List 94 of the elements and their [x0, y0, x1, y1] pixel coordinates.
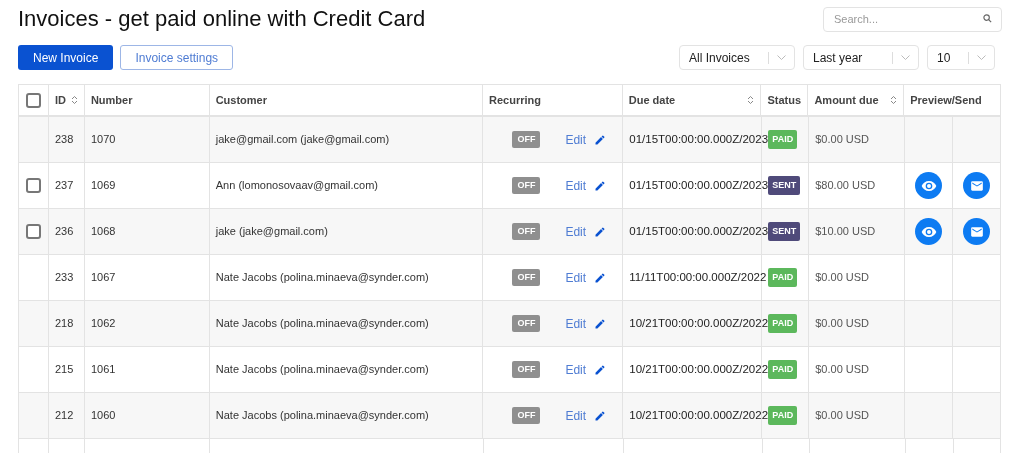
column-header: Number	[84, 85, 210, 115]
envelope-icon	[969, 224, 984, 239]
table-cell-text: $0.00 USD	[815, 316, 870, 332]
table-cell-text: 11/11T00:00:00.000Z/2022	[629, 269, 767, 285]
table-cell-text: 238	[54, 132, 74, 148]
chevron-down-icon	[777, 55, 786, 60]
pencil-icon[interactable]	[594, 271, 607, 284]
table-cell-text: 215	[54, 362, 74, 378]
table-cell-text: 1062	[90, 316, 116, 332]
sort-icon[interactable]	[890, 95, 898, 105]
envelope-icon	[969, 178, 984, 193]
invoice-settings-button[interactable]: Invoice settings	[120, 45, 234, 70]
sort-icon[interactable]	[70, 95, 78, 105]
table-cell-text: 212	[54, 408, 74, 424]
table-cell-text: 218	[54, 316, 74, 332]
pencil-icon[interactable]	[594, 317, 607, 330]
column-header: Customer	[209, 85, 484, 115]
send-button[interactable]	[963, 172, 991, 199]
pencil-icon[interactable]	[594, 133, 607, 146]
table-cell-text: 01/15T00:00:00.000Z/2023	[629, 131, 769, 147]
table-cell-text: 10/21T00:00:00.000Z/2022	[629, 361, 769, 377]
table-cell-text: 1068	[90, 224, 116, 240]
search-icon	[983, 14, 992, 23]
status-badge: SENT	[768, 175, 801, 196]
table-cell-text: 237	[54, 178, 74, 194]
pencil-icon[interactable]	[594, 409, 607, 422]
table-cell-text: 10/21T00:00:00.000Z/2022	[629, 315, 769, 331]
column-header[interactable]: Due date	[622, 85, 762, 115]
status-badge: PAID	[768, 313, 798, 334]
table-cell-text: Ann (lomonosovaav@gmail.com)	[215, 178, 378, 194]
status-badge: PAID	[768, 359, 798, 380]
recurring-toggle[interactable]: OFF	[512, 222, 541, 241]
table-cell-text: 1067	[90, 270, 116, 286]
column-header: Recurring	[483, 85, 623, 115]
status-badge: PAID	[768, 267, 798, 288]
recurring-toggle[interactable]: OFF	[512, 406, 541, 425]
table-cell-text: 01/15T00:00:00.000Z/2023	[629, 223, 769, 239]
status-badge: PAID	[768, 129, 798, 150]
table-cell-text: 1069	[90, 178, 116, 194]
table-cell-text: $0.00 USD	[815, 132, 870, 148]
send-button[interactable]	[963, 218, 991, 245]
pencil-icon[interactable]	[594, 179, 607, 192]
table-cell-text: 1060	[90, 408, 116, 424]
table-cell-text: jake@gmail.com (jake@gmail.com)	[215, 132, 390, 148]
edit-link[interactable]: Edit	[565, 176, 587, 195]
table-cell-text: $0.00 USD	[815, 362, 870, 378]
table-cell-text: 01/15T00:00:00.000Z/2023	[629, 177, 769, 193]
table-cell-text: 236	[54, 224, 74, 240]
preview-button[interactable]	[915, 218, 943, 245]
table-cell-text: 233	[54, 270, 74, 286]
table-cell-text: Nate Jacobs (polina.minaeva@synder.com)	[215, 362, 429, 378]
edit-link[interactable]: Edit	[565, 268, 587, 287]
pencil-icon[interactable]	[594, 225, 607, 238]
checkbox[interactable]	[25, 92, 41, 108]
recurring-toggle[interactable]: OFF	[512, 130, 541, 149]
status-badge: SENT	[768, 221, 801, 242]
pencil-icon[interactable]	[594, 363, 607, 376]
filter-dropdown[interactable]: All Invoices	[679, 45, 795, 70]
chevron-down-icon	[901, 55, 910, 60]
filter-dropdown[interactable]: 10	[927, 45, 995, 70]
table-cell-text: Nate Jacobs (polina.minaeva@synder.com)	[215, 408, 429, 424]
column-header: Preview/Send	[909, 92, 983, 108]
column-header[interactable]: ID	[48, 85, 85, 115]
edit-link[interactable]: Edit	[565, 406, 587, 425]
edit-link[interactable]: Edit	[565, 222, 587, 241]
filter-dropdown[interactable]: Last year	[803, 45, 919, 70]
table-cell-text: $0.00 USD	[815, 408, 870, 424]
table-cell-text: $80.00 USD	[815, 178, 876, 194]
edit-link[interactable]: Edit	[565, 314, 587, 333]
recurring-toggle[interactable]: OFF	[512, 314, 541, 333]
table-cell-text: 10/21T00:00:00.000Z/2022	[629, 407, 769, 423]
preview-button[interactable]	[915, 172, 943, 199]
table-cell-text: 1070	[90, 132, 116, 148]
table-cell-text: jake (jake@gmail.com)	[215, 224, 328, 240]
table-cell-text: 1061	[90, 362, 116, 378]
table-cell-text: Nate Jacobs (polina.minaeva@synder.com)	[215, 270, 429, 286]
recurring-toggle[interactable]: OFF	[512, 268, 541, 287]
column-header: Status	[761, 85, 809, 115]
column-header[interactable]: Amount due	[808, 85, 905, 115]
table-cell-text: Nate Jacobs (polina.minaeva@synder.com)	[215, 316, 429, 332]
table-cell-text: $10.00 USD	[815, 224, 876, 240]
recurring-toggle[interactable]: OFF	[512, 176, 541, 195]
edit-link[interactable]: Edit	[565, 360, 587, 379]
new-invoice-button[interactable]: New Invoice	[18, 45, 114, 70]
page-title: Invoices - get paid online with Credit Card	[18, 5, 426, 33]
status-badge: PAID	[768, 405, 798, 426]
sort-icon[interactable]	[747, 95, 755, 105]
checkbox[interactable]	[26, 178, 41, 193]
checkbox[interactable]	[26, 224, 41, 239]
edit-link[interactable]: Edit	[565, 130, 587, 149]
chevron-down-icon	[977, 55, 986, 60]
search-field[interactable]: Search...	[823, 6, 1002, 32]
recurring-toggle[interactable]: OFF	[512, 360, 541, 379]
table-cell-text: $0.00 USD	[815, 270, 870, 286]
